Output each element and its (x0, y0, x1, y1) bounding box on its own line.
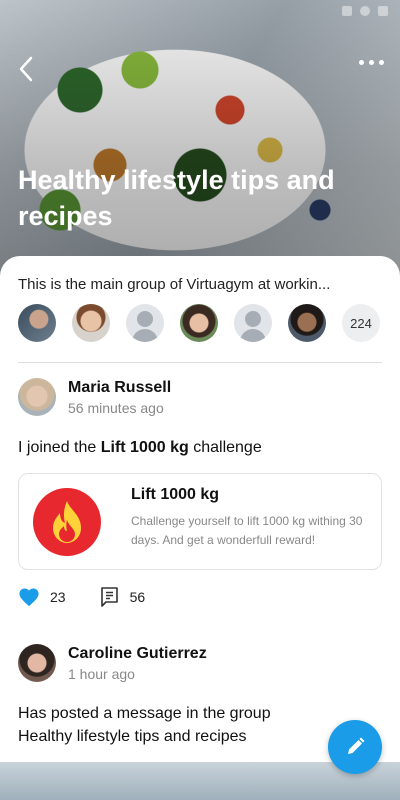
group-title: Healthy lifestyle tips and recipes (18, 165, 335, 231)
member-list: 224 (18, 304, 380, 342)
post-time: 1 hour ago (68, 665, 135, 682)
post-text: I joined the Lift 1000 kg challenge (18, 439, 262, 456)
member-count-badge[interactable]: 224 (342, 304, 380, 342)
signal-icon (342, 6, 352, 16)
feed-post: Maria Russell 56 minutes ago I joined th… (18, 378, 382, 608)
compose-post-button[interactable] (328, 720, 382, 774)
divider (18, 362, 382, 363)
back-button[interactable] (18, 56, 34, 87)
more-button[interactable] (359, 60, 384, 65)
like-button[interactable]: 23 (18, 587, 66, 607)
pencil-icon (348, 737, 365, 754)
challenge-badge (33, 488, 101, 556)
group-content: This is the main group of Virtuagym at w… (0, 256, 400, 800)
header-image (0, 0, 400, 300)
comment-icon (100, 587, 118, 607)
comment-button[interactable]: 56 (98, 586, 146, 608)
member-avatar[interactable] (288, 304, 326, 342)
author-name[interactable]: Maria Russell (68, 379, 171, 397)
avatar[interactable] (18, 644, 56, 682)
group-description[interactable]: This is the main group of Virtuagym at w… (18, 276, 330, 293)
post-time: 56 minutes ago (68, 399, 164, 416)
like-count: 23 (50, 589, 66, 605)
post-text: Has posted a message in the group Health… (18, 705, 271, 745)
chevron-left-icon (19, 56, 33, 82)
avatar[interactable] (18, 378, 56, 416)
member-avatar[interactable] (18, 304, 56, 342)
feed-post: Caroline Gutierrez 1 hour ago Has posted… (18, 644, 382, 748)
author-name[interactable]: Caroline Gutierrez (68, 645, 207, 663)
wifi-icon (360, 6, 370, 16)
challenge-description: Challenge yourself to lift 1000 kg withi… (131, 514, 363, 547)
comment-count: 56 (129, 589, 146, 605)
challenge-card[interactable]: Lift 1000 kg Challenge yourself to lift … (18, 473, 382, 570)
member-avatar[interactable] (72, 304, 110, 342)
fire-icon (53, 501, 81, 543)
more-horizontal-icon (359, 60, 364, 65)
challenge-title: Lift 1000 kg (131, 486, 220, 503)
post-author[interactable]: Maria Russell 56 minutes ago (18, 378, 382, 416)
post-author[interactable]: Caroline Gutierrez 1 hour ago (18, 644, 382, 682)
member-avatar[interactable] (180, 304, 218, 342)
battery-icon (378, 6, 388, 16)
status-bar (342, 6, 388, 16)
heart-icon (19, 588, 39, 607)
member-avatar-placeholder[interactable] (126, 304, 164, 342)
member-avatar-placeholder[interactable] (234, 304, 272, 342)
post-actions: 23 56 (18, 586, 382, 608)
